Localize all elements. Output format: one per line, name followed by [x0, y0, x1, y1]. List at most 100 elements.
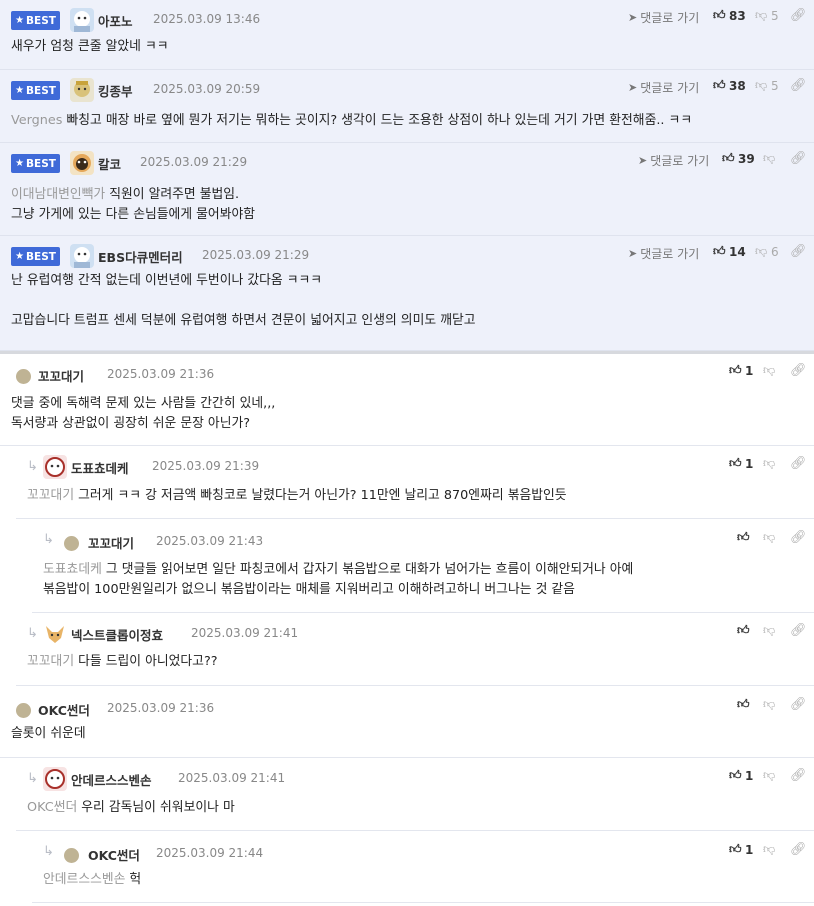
like-button[interactable]: 👍︎ 1 [729, 363, 753, 378]
like-button[interactable]: 👍︎ 38 [713, 78, 746, 93]
nickname[interactable]: 아포노 [98, 11, 133, 30]
dislike-button[interactable]: 👎︎ [763, 151, 779, 166]
nickname[interactable]: EBS다큐멘터리 [98, 247, 183, 266]
nickname[interactable]: 꼬꼬대기 [38, 366, 84, 385]
nickname[interactable]: 킹종부 [98, 81, 133, 100]
thumbs-up-icon: 👍︎ [729, 842, 742, 856]
avatar[interactable] [16, 369, 31, 384]
like-button[interactable]: 👍︎ [737, 697, 753, 712]
reply-to-nick[interactable]: 안데르스스벤손 [43, 872, 125, 887]
goto-comment-link[interactable]: ➤ 댓글로 가기 [628, 9, 699, 26]
avatar[interactable] [16, 703, 31, 718]
like-button[interactable]: 👍︎ 39 [722, 151, 755, 166]
dislike-button[interactable]: 👎︎ [763, 530, 775, 545]
avatar[interactable] [70, 8, 94, 32]
like-button[interactable]: 👍︎ [737, 530, 753, 545]
reply-comment: ↳ 꼬꼬대기 2025.03.09 21:43 👍︎ 👎︎ 🔗︎ 도표쵸데케 그 … [32, 519, 814, 613]
thumbs-up-icon: 👍︎ [737, 530, 750, 544]
link-icon[interactable]: 🔗︎ [790, 456, 807, 471]
reply-arrow-icon: ↳ [27, 771, 38, 786]
nickname[interactable]: 꼬꼬대기 [88, 533, 134, 552]
dislike-button[interactable]: 👎︎ [763, 697, 775, 712]
timestamp: 2025.03.09 21:39 [152, 459, 260, 473]
link-icon[interactable]: 🔗︎ [790, 623, 807, 638]
comment-body: Vergnes 빠칭고 매장 바로 옆에 뭔가 저기는 뭐하는 곳이지? 생각이 … [11, 113, 693, 128]
goto-comment-link[interactable]: ➤ 댓글로 가기 [628, 79, 699, 96]
star-icon: ★ [15, 15, 25, 26]
dislike-button[interactable]: 👎︎ [763, 842, 775, 857]
thumbs-down-icon: 👎︎ [755, 8, 768, 22]
avatar[interactable] [43, 622, 67, 646]
reply-arrow-icon: ↳ [43, 532, 54, 547]
reply-comment: ↳ 안데르스스벤손 2025.03.09 21:41 👍︎ 1 👎︎ 🔗︎ OKC… [16, 758, 814, 831]
dislike-button[interactable]: 👎︎ 5 [755, 8, 779, 23]
link-icon[interactable]: 🔗︎ [790, 697, 807, 712]
dislike-button[interactable]: 👎︎ 5 [755, 78, 779, 93]
comment-body: 도표쵸데케 그 댓글들 읽어보면 일단 파칭코에서 갑자기 볶음밥으로 대화가 넘… [43, 562, 634, 597]
thumbs-up-icon: 👍︎ [729, 768, 742, 782]
goto-comment-link[interactable]: ➤ 댓글로 가기 [638, 152, 709, 169]
reply-to-nick[interactable]: 꼬꼬대기 [27, 654, 74, 669]
avatar[interactable] [70, 244, 94, 268]
reply-to-nick[interactable]: 도표쵸데케 [43, 562, 102, 577]
like-button[interactable]: 👍︎ 83 [713, 8, 746, 23]
link-icon[interactable]: 🔗︎ [790, 244, 807, 259]
dislike-button[interactable]: 👎︎ [763, 363, 775, 378]
best-comment: ★ BEST 칼코 2025.03.09 21:29 ➤ 댓글로 가기 👍︎ 39 👎… [0, 143, 814, 236]
thumbs-up-icon: 👍︎ [713, 244, 726, 258]
comment: OKC썬더 2025.03.09 21:36 👍︎ 👎︎ 🔗︎ 슬롯이 쉬운데 [0, 686, 814, 758]
avatar[interactable] [64, 848, 79, 863]
thumbs-up-icon: 👍︎ [713, 78, 726, 92]
avatar[interactable] [43, 767, 67, 791]
thumbs-down-icon: 👎︎ [755, 244, 768, 258]
comment-body: 난 유럽여행 간적 없는데 이번년에 두번이나 갔다옴 ㅋㅋㅋ 고맙습니다 트럼… [11, 273, 476, 328]
reply-to-nick[interactable]: Vergnes [11, 113, 62, 128]
comment-body: 슬롯이 쉬운데 [11, 726, 86, 741]
nickname[interactable]: OKC썬더 [38, 700, 90, 719]
nickname[interactable]: OKC썬더 [88, 845, 140, 864]
best-comment: ★ BEST 아포노 2025.03.09 13:46 ➤ 댓글로 가기 👍︎ 83 … [0, 0, 814, 70]
reply-to-nick[interactable]: 꼬꼬대기 [27, 488, 74, 503]
dislike-button[interactable]: 👎︎ [763, 768, 775, 783]
nickname[interactable]: 넥스트클롭이정효 [71, 625, 163, 644]
arrow-icon: ➤ [628, 81, 638, 94]
like-button[interactable]: 👍︎ 14 [713, 244, 746, 259]
timestamp: 2025.03.09 20:59 [153, 82, 261, 96]
avatar[interactable] [64, 536, 79, 551]
thumbs-up-icon: 👍︎ [729, 363, 742, 377]
link-icon[interactable]: 🔗︎ [790, 151, 807, 166]
dislike-button[interactable]: 👎︎ [763, 623, 775, 638]
reply-to-nick[interactable]: 이대남대변인빽가 [11, 187, 105, 202]
like-button[interactable]: 👍︎ 1 [729, 842, 753, 857]
thumbs-down-icon: 👎︎ [763, 697, 776, 711]
nickname[interactable]: 칼코 [98, 154, 121, 173]
link-icon[interactable]: 🔗︎ [790, 8, 807, 23]
nickname[interactable]: 도표쵸데케 [71, 458, 129, 477]
like-button[interactable]: 👍︎ [737, 623, 753, 638]
timestamp: 2025.03.09 21:44 [156, 846, 264, 860]
dislike-button[interactable]: 👎︎ [763, 456, 775, 471]
link-icon[interactable]: 🔗︎ [790, 530, 807, 545]
nickname[interactable]: 안데르스스벤손 [71, 770, 152, 789]
avatar[interactable] [70, 78, 94, 102]
like-button[interactable]: 👍︎ 1 [729, 456, 753, 471]
reply-arrow-icon: ↳ [43, 844, 54, 859]
avatar[interactable] [70, 151, 94, 175]
thumbs-down-icon: 👎︎ [763, 768, 776, 782]
link-icon[interactable]: 🔗︎ [790, 78, 807, 93]
thumbs-down-icon: 👎︎ [763, 623, 776, 637]
best-badge: ★ BEST [11, 11, 60, 30]
comment-body: 새우가 엄청 큰줄 알았네 ㅋㅋ [11, 39, 169, 54]
like-button[interactable]: 👍︎ 1 [729, 768, 753, 783]
comment-body: 꼬꼬대기 다들 드립이 아니었다고?? [27, 654, 218, 669]
link-icon[interactable]: 🔗︎ [790, 363, 807, 378]
timestamp: 2025.03.09 21:36 [107, 701, 215, 715]
reply-to-nick[interactable]: OKC썬더 [27, 800, 77, 815]
avatar[interactable] [43, 455, 67, 479]
link-icon[interactable]: 🔗︎ [790, 768, 807, 783]
arrow-icon: ➤ [628, 11, 638, 24]
best-badge: ★ BEST [11, 247, 60, 266]
dislike-button[interactable]: 👎︎ 6 [755, 244, 779, 259]
link-icon[interactable]: 🔗︎ [790, 842, 807, 857]
goto-comment-link[interactable]: ➤ 댓글로 가기 [628, 245, 699, 262]
